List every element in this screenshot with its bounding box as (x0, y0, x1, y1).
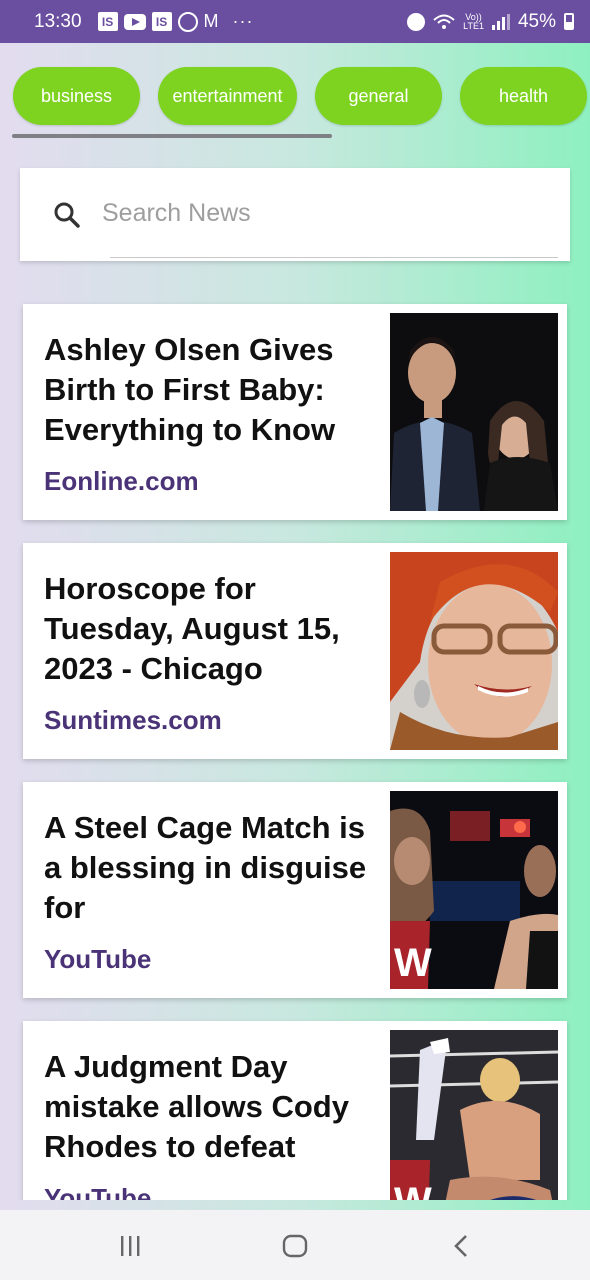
news-card[interactable]: A Judgment Day mistake allows Cody Rhode… (23, 1021, 567, 1200)
back-icon (454, 1235, 467, 1257)
news-title[interactable]: Horoscope for Tuesday, August 15, 2023 -… (44, 569, 374, 689)
news-thumbnail[interactable] (390, 313, 558, 511)
home-icon (282, 1234, 308, 1258)
news-thumbnail[interactable] (390, 552, 558, 750)
news-thumbnail[interactable]: W (390, 1030, 558, 1200)
recent-apps-button[interactable] (115, 1232, 145, 1260)
news-card[interactable]: Ashley Olsen Gives Birth to First Baby: … (23, 304, 567, 520)
news-title[interactable]: A Judgment Day mistake allows Cody Rhode… (44, 1047, 374, 1167)
news-thumbnail[interactable]: W (390, 791, 558, 989)
recent-apps-icon (121, 1236, 140, 1256)
news-title[interactable]: A Steel Cage Match is a blessing in disg… (44, 808, 374, 928)
news-card[interactable]: Horoscope for Tuesday, August 15, 2023 -… (23, 543, 567, 759)
svg-text:W: W (394, 941, 432, 985)
news-source: Suntimes.com (44, 705, 222, 735)
news-feed[interactable]: Ashley Olsen Gives Birth to First Baby: … (0, 0, 590, 1200)
news-source: YouTube (44, 944, 152, 974)
svg-text:W: W (394, 1180, 432, 1200)
news-card[interactable]: A Steel Cage Match is a blessing in disg… (23, 782, 567, 998)
news-title[interactable]: Ashley Olsen Gives Birth to First Baby: … (44, 330, 374, 450)
system-nav-bar (0, 1210, 590, 1280)
news-source: YouTube (44, 1183, 152, 1200)
news-source: Eonline.com (44, 466, 199, 496)
home-button[interactable] (280, 1232, 310, 1260)
back-button[interactable] (446, 1232, 476, 1260)
